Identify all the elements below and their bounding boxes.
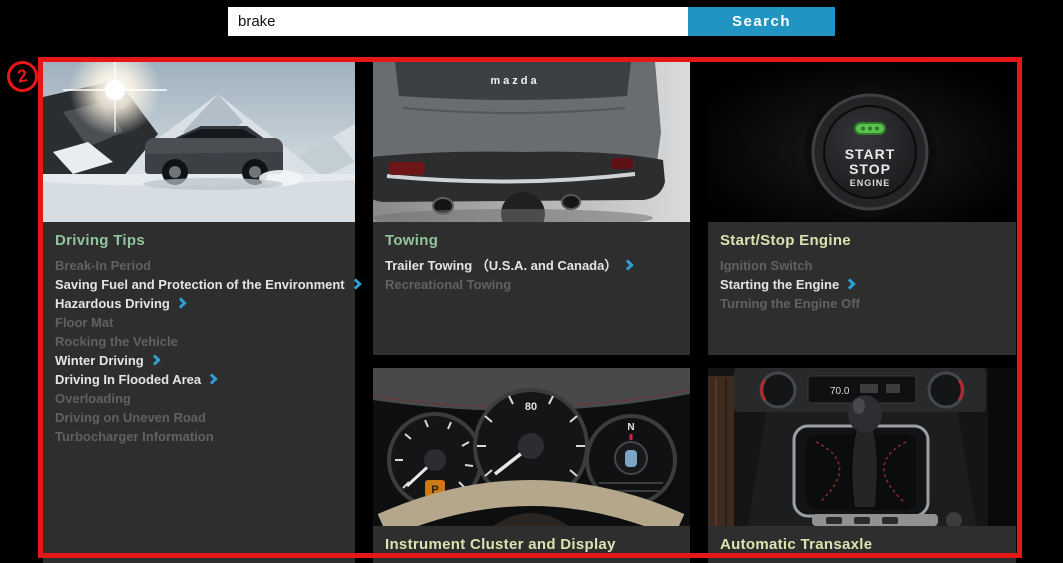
topic-recreational-towing: Recreational Towing	[385, 275, 678, 294]
card-towing: mazda Towing Trailer Towing （U.S.A. and …	[373, 62, 690, 355]
topic-rocking-the-vehicle: Rocking the Vehicle	[55, 332, 343, 351]
card-title-driving-tips[interactable]: Driving Tips	[55, 232, 343, 249]
topic-floor-mat: Floor Mat	[55, 313, 343, 332]
card-title-towing[interactable]: Towing	[385, 232, 678, 249]
vehicle-rear-photo[interactable]: mazda	[373, 62, 690, 222]
topic-winter-driving[interactable]: Winter Driving	[55, 351, 343, 370]
manual-search-results-page: Search 2	[0, 0, 1063, 563]
card-instrument-cluster: P 80 N	[373, 368, 690, 563]
compass-north: N	[627, 422, 634, 433]
topic-driving-on-uneven-road: Driving on Uneven Road	[55, 408, 343, 427]
chevron-right-icon	[149, 354, 160, 365]
temperature-display: 70.0	[830, 386, 850, 397]
topic-break-in-period: Break-In Period	[55, 256, 343, 275]
search-input[interactable]	[228, 7, 688, 36]
search-bar: Search	[0, 0, 1063, 42]
shift-lever	[848, 395, 882, 508]
start-label: START	[845, 146, 896, 162]
topic-list: Ignition Switch Starting the Engine Turn…	[720, 256, 1004, 313]
topic-saving-fuel[interactable]: Saving Fuel and Protection of the Enviro…	[55, 275, 343, 294]
wood-trim	[708, 376, 734, 526]
card-driving-tips: Driving Tips Break-In Period Saving Fuel…	[43, 62, 355, 563]
winter-driving-photo[interactable]	[43, 62, 355, 222]
chevron-right-icon	[845, 278, 856, 289]
topic-overloading: Overloading	[55, 389, 343, 408]
card-start-stop-engine: START STOP ENGINE Start/Stop Engine Igni…	[708, 62, 1016, 355]
stop-label: STOP	[849, 161, 891, 177]
topic-turning-the-engine-off: Turning the Engine Off	[720, 294, 1004, 313]
search-button[interactable]: Search	[688, 7, 835, 36]
topic-list: Trailer Towing （U.S.A. and Canada） Recre…	[385, 256, 678, 294]
annotation-step-number: 2	[5, 59, 41, 95]
instrument-cluster-photo[interactable]: P 80 N	[373, 368, 690, 526]
mazda-wordmark: mazda	[490, 75, 539, 87]
engine-start-indicator	[855, 123, 885, 134]
topic-trailer-towing[interactable]: Trailer Towing （U.S.A. and Canada）	[385, 256, 678, 275]
chevron-right-icon	[623, 259, 634, 270]
speed-value: 80	[525, 401, 537, 413]
gear-shifter-photo[interactable]: 70.0	[708, 368, 1016, 526]
card-automatic-transaxle: 70.0	[708, 368, 1016, 563]
chevron-right-icon	[175, 297, 186, 308]
engine-label: ENGINE	[850, 178, 891, 188]
topic-starting-the-engine[interactable]: Starting the Engine	[720, 275, 1004, 294]
topic-turbocharger-information: Turbocharger Information	[55, 427, 343, 446]
topic-hazardous-driving[interactable]: Hazardous Driving	[55, 294, 343, 313]
push-button-start-photo[interactable]: START STOP ENGINE	[708, 62, 1016, 222]
car-rear: mazda	[373, 62, 665, 222]
card-title-instrument-cluster[interactable]: Instrument Cluster and Display	[385, 536, 678, 553]
card-title-start-stop-engine[interactable]: Start/Stop Engine	[720, 232, 1004, 249]
topic-ignition-switch: Ignition Switch	[720, 256, 1004, 275]
topic-list: Break-In Period Saving Fuel and Protecti…	[55, 256, 343, 446]
chevron-right-icon	[206, 373, 217, 384]
topic-driving-in-flooded-area[interactable]: Driving In Flooded Area	[55, 370, 343, 389]
chevron-right-icon	[350, 278, 361, 289]
card-title-automatic-transaxle[interactable]: Automatic Transaxle	[720, 536, 1004, 553]
